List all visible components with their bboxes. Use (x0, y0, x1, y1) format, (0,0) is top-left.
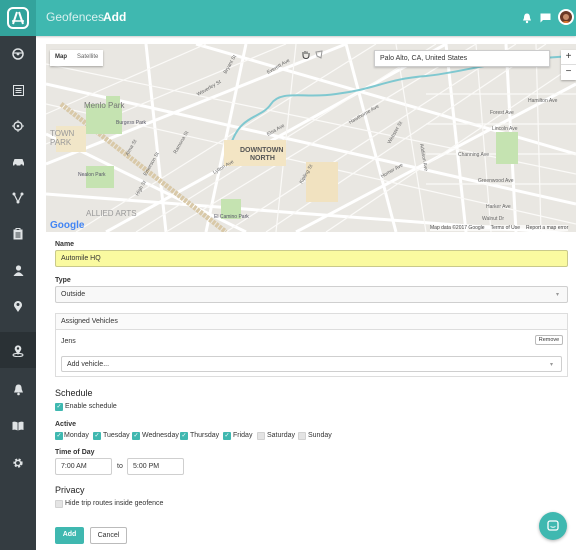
book-icon[interactable] (0, 408, 36, 444)
day-checkbox-sunday[interactable] (298, 432, 306, 440)
person-icon[interactable] (0, 252, 36, 288)
add-vehicle-select[interactable]: Add vehicle... ▾ (61, 356, 562, 372)
name-label: Name (55, 241, 75, 248)
enable-schedule-label: Enable schedule (65, 403, 117, 410)
remove-vehicle-button[interactable]: Remove (535, 335, 563, 345)
chat-icon (547, 520, 559, 531)
car-icon[interactable] (0, 144, 36, 180)
map-label-menlo: Menlo Park (84, 101, 125, 110)
assigned-vehicles-header: Assigned Vehicles (56, 314, 567, 330)
day-label-thursday: Thursday (190, 432, 220, 439)
map-label-town2: PARK (50, 138, 72, 147)
zoom-in-button[interactable]: + (561, 50, 576, 65)
map-label-channing: Channing Ave (458, 152, 489, 158)
hide-trips-checkbox[interactable] (55, 500, 63, 508)
list-icon[interactable] (0, 72, 36, 108)
app-logo[interactable] (0, 0, 36, 36)
sidebar (0, 36, 36, 550)
map-label-nealon: Nealon Park (78, 172, 106, 178)
location-pin-icon[interactable] (0, 288, 36, 324)
day-checkbox-thursday[interactable]: ✓ (180, 432, 188, 440)
message-icon[interactable] (538, 11, 552, 25)
zoom-out-button[interactable]: − (561, 65, 576, 80)
bell-icon[interactable] (0, 372, 36, 408)
geofence-map[interactable]: Menlo Park Burgess Park DOWNTOWN NORTH T… (46, 44, 576, 232)
day-checkbox-saturday[interactable] (257, 432, 265, 440)
add-button[interactable]: Add (55, 527, 84, 544)
routes-icon[interactable] (0, 180, 36, 216)
top-bar: Geofences Add (0, 0, 576, 36)
type-value: Outside (61, 291, 86, 298)
steering-wheel-icon[interactable] (0, 36, 36, 72)
type-label: Type (55, 277, 71, 284)
type-select[interactable]: Outside ▾ (55, 286, 568, 303)
map-search-input[interactable]: Palo Alto, CA, United States (374, 50, 550, 67)
day-checkbox-monday[interactable]: ✓ (55, 432, 63, 440)
map-label-downtown1: DOWNTOWN (240, 147, 283, 154)
time-from-input[interactable]: 7:00 AM (55, 458, 112, 475)
google-logo: Google (50, 220, 85, 231)
day-label-friday: Friday (233, 432, 253, 439)
day-label-monday: Monday (64, 432, 89, 439)
map-tools (302, 50, 323, 59)
bell-icon[interactable] (520, 11, 534, 25)
day-label-sunday: Sunday (308, 432, 332, 439)
target-icon[interactable] (0, 108, 36, 144)
map-label-allied: ALLIED ARTS (86, 209, 137, 218)
map-attribution: Map data ©2017 Google Terms of Use Repor… (430, 225, 569, 231)
map-label-hamilton: Hamilton Ave (528, 98, 558, 104)
gear-icon[interactable] (0, 445, 36, 481)
map-label-greenwood: Greenwood Ave (478, 178, 514, 184)
map-label-harker: Harker Ave (486, 204, 511, 210)
road-logo-icon (7, 7, 29, 29)
time-to-separator: to (117, 463, 123, 470)
map-canvas[interactable]: Menlo Park Burgess Park DOWNTOWN NORTH T… (46, 44, 576, 232)
chat-launcher[interactable] (539, 512, 567, 540)
map-type-toggle: Map Satellite (50, 50, 104, 66)
day-checkbox-friday[interactable]: ✓ (223, 432, 231, 440)
schedule-title: Schedule (55, 388, 93, 398)
terms-link[interactable]: Terms of Use (491, 225, 520, 231)
day-label-tuesday: Tuesday (103, 432, 130, 439)
day-checkbox-tuesday[interactable]: ✓ (93, 432, 101, 440)
chevron-down-icon: ▾ (555, 292, 559, 298)
privacy-title: Privacy (55, 485, 85, 495)
day-label-wednesday: Wednesday (142, 432, 179, 439)
breadcrumb-section[interactable]: Geofences (46, 10, 104, 24)
polygon-draw-icon[interactable] (315, 50, 323, 59)
active-label: Active (55, 421, 77, 428)
map-label-walnut: Walnut Dr (482, 216, 504, 222)
tab-map[interactable]: Map (50, 50, 72, 66)
chevron-down-icon: ▾ (549, 362, 553, 368)
map-label-elcamino: El Camino Park (214, 214, 249, 220)
zoom-control: + − (561, 50, 576, 80)
time-to-input[interactable]: 5:00 PM (127, 458, 184, 475)
time-of-day-label: Time of Day (55, 449, 95, 456)
add-vehicle-label: Add vehicle... (67, 361, 110, 368)
hand-icon[interactable] (302, 50, 310, 59)
map-label-downtown2: NORTH (250, 155, 275, 162)
map-label-town1: TOWN (50, 129, 75, 138)
tab-satellite[interactable]: Satellite (72, 50, 103, 66)
day-label-saturday: Saturday (267, 432, 296, 439)
avatar[interactable] (558, 9, 574, 25)
vehicle-name: Jens (61, 338, 76, 345)
cancel-button[interactable]: Cancel (90, 527, 127, 544)
enable-schedule-checkbox[interactable]: ✓ (55, 403, 63, 411)
clipboard-icon[interactable] (0, 216, 36, 252)
map-label-burgess: Burgess Park (116, 120, 147, 126)
map-label-lincoln: Lincoln Ave (492, 126, 518, 132)
name-field[interactable]: Automile HQ (55, 250, 568, 267)
map-data-text: Map data ©2017 Google (430, 225, 485, 231)
page-title: Add (103, 10, 127, 24)
day-checkbox-wednesday[interactable]: ✓ (132, 432, 140, 440)
hide-trips-label: Hide trip routes inside geofence (65, 500, 164, 507)
map-label-forest: Forest Ave (490, 110, 514, 116)
report-link[interactable]: Report a map error (526, 225, 568, 231)
geofence-icon[interactable] (0, 332, 36, 368)
